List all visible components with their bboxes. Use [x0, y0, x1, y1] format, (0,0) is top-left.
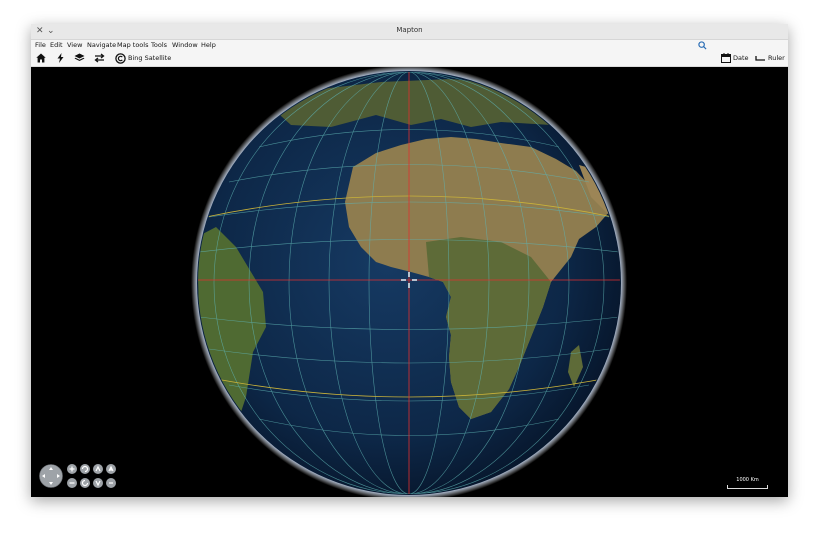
menu-map-tools[interactable]: Map tools — [117, 40, 148, 51]
globe-svg — [191, 65, 627, 497]
basemap-label[interactable]: Bing Satellite — [128, 51, 171, 66]
menu-edit[interactable]: Edit — [50, 40, 63, 51]
rotate-left-icon[interactable] — [80, 464, 90, 474]
scale-label: 1000 Km — [736, 477, 759, 483]
menu-bar: File Edit View Navigate Map tools Tools … — [31, 40, 788, 51]
layers-icon[interactable] — [73, 51, 85, 66]
swap-arrows-icon[interactable] — [93, 51, 105, 66]
menu-window[interactable]: Window — [172, 40, 198, 51]
window-title: Mapton — [396, 26, 423, 34]
navigation-controls — [39, 462, 129, 492]
ruler-icon[interactable] — [754, 51, 766, 66]
copyright-icon[interactable] — [114, 51, 126, 66]
tilt-down-icon[interactable] — [93, 478, 103, 488]
pan-control[interactable] — [39, 464, 63, 488]
calendar-icon[interactable] — [720, 51, 732, 66]
menu-help[interactable]: Help — [201, 40, 216, 51]
tilt-up-icon[interactable] — [93, 464, 103, 474]
menu-tools[interactable]: Tools — [151, 40, 167, 51]
scale-bar: 1000 Km — [725, 477, 770, 489]
title-bar: ✕ ⌄ Mapton — [31, 24, 788, 40]
home-icon[interactable] — [35, 51, 47, 66]
mapton-window: ✕ ⌄ Mapton File Edit View Navigate Map t… — [31, 24, 788, 497]
rotate-right-icon[interactable] — [80, 478, 90, 488]
toolbar: Bing Satellite Date Ruler — [31, 51, 788, 67]
ruler-button[interactable]: Ruler — [768, 51, 785, 66]
menu-navigate[interactable]: Navigate — [87, 40, 116, 51]
bolt-icon[interactable] — [55, 51, 65, 66]
globe-map-view[interactable]: 1000 Km — [31, 65, 788, 497]
scale-bar-line — [727, 485, 768, 489]
menu-view[interactable]: View — [67, 40, 82, 51]
menu-file[interactable]: File — [35, 40, 46, 51]
date-button[interactable]: Date — [733, 51, 749, 66]
